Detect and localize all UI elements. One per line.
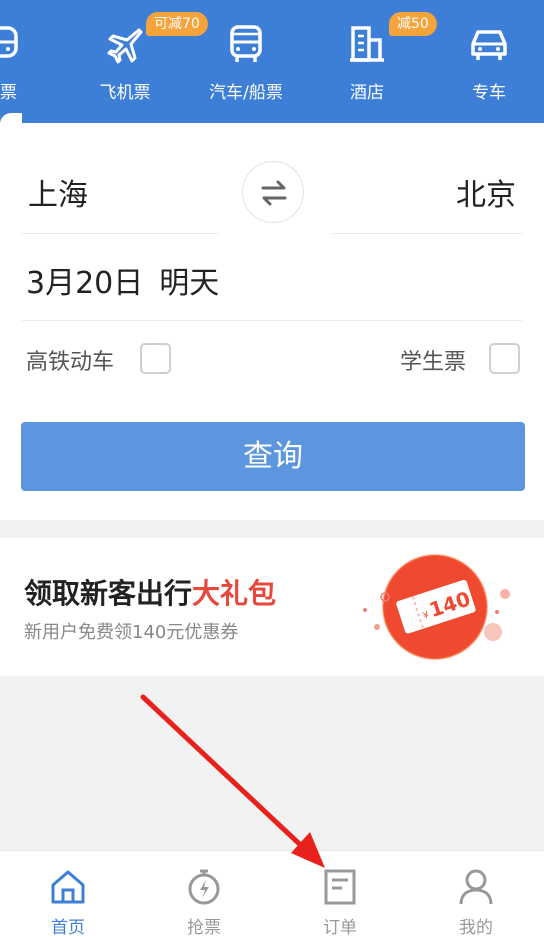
student-option-label: 学生票 bbox=[400, 350, 467, 375]
nav-item-car[interactable]: 专车 bbox=[434, 0, 544, 123]
day-label: 明天 bbox=[159, 266, 220, 301]
tab-profile[interactable]: 我的 bbox=[408, 851, 544, 937]
tab-label-grab: 抢票 bbox=[187, 918, 221, 937]
promo-subtitle: 新用户免费领140元优惠券 bbox=[24, 622, 239, 643]
promo-title: 领取新客出行大礼包 bbox=[24, 572, 276, 612]
order-icon bbox=[324, 869, 356, 905]
hotel-discount-badge: 减50 bbox=[389, 12, 437, 36]
top-nav: 车票 飞机票 可减70 汽车/船票 酒店 减50 bbox=[0, 0, 544, 123]
nav-label-car: 专车 bbox=[472, 83, 506, 103]
plane-icon bbox=[107, 28, 143, 64]
departure-date[interactable]: 3月20日 明天 bbox=[26, 258, 235, 302]
arrival-underline bbox=[332, 233, 522, 234]
tab-label-home: 首页 bbox=[51, 918, 85, 937]
highspeed-option-label: 高铁动车 bbox=[26, 350, 115, 375]
promo-title-highlight: 大礼包 bbox=[192, 577, 277, 610]
swap-icon bbox=[261, 180, 287, 206]
search-button[interactable]: 查询 bbox=[21, 422, 525, 491]
home-icon bbox=[51, 870, 85, 904]
departure-underline bbox=[22, 233, 218, 234]
hotel-icon bbox=[350, 26, 384, 62]
nav-label-hotel: 酒店 bbox=[350, 83, 384, 103]
profile-icon bbox=[459, 869, 493, 905]
highspeed-checkbox[interactable] bbox=[140, 343, 171, 374]
tab-label-profile: 我的 bbox=[459, 918, 493, 937]
nav-label-flight: 飞机票 bbox=[99, 83, 151, 103]
date-value: 3月20日 bbox=[26, 266, 144, 301]
tab-label-orders: 订单 bbox=[323, 918, 357, 937]
departure-city[interactable]: 上海 bbox=[28, 170, 88, 214]
coupon-gift-icon: ¥ 140 bbox=[363, 554, 510, 660]
nav-label-train: 车票 bbox=[0, 83, 17, 103]
nav-label-bus: 汽车/船票 bbox=[209, 83, 283, 103]
bottom-tab-bar: 首页 抢票 订单 我的 bbox=[0, 850, 544, 937]
student-ticket-checkbox[interactable] bbox=[489, 343, 520, 374]
date-divider bbox=[22, 320, 522, 321]
nav-item-bus[interactable]: 汽车/船票 bbox=[191, 0, 301, 123]
tab-home[interactable]: 首页 bbox=[0, 851, 136, 937]
stopwatch-icon bbox=[188, 869, 220, 905]
promo-title-prefix: 领取新客出行 bbox=[24, 577, 193, 610]
car-icon bbox=[471, 30, 507, 60]
nav-item-train[interactable]: 车票 bbox=[0, 0, 55, 123]
tab-grab-tickets[interactable]: 抢票 bbox=[136, 851, 272, 937]
tab-orders[interactable]: 订单 bbox=[272, 851, 408, 937]
train-icon bbox=[0, 26, 18, 58]
swap-cities-button[interactable] bbox=[242, 161, 304, 223]
promo-banner[interactable]: 领取新客出行大礼包 新用户免费领140元优惠券 ¥ 140 bbox=[0, 538, 544, 676]
arrival-city[interactable]: 北京 bbox=[456, 170, 516, 214]
bus-icon bbox=[230, 25, 262, 62]
